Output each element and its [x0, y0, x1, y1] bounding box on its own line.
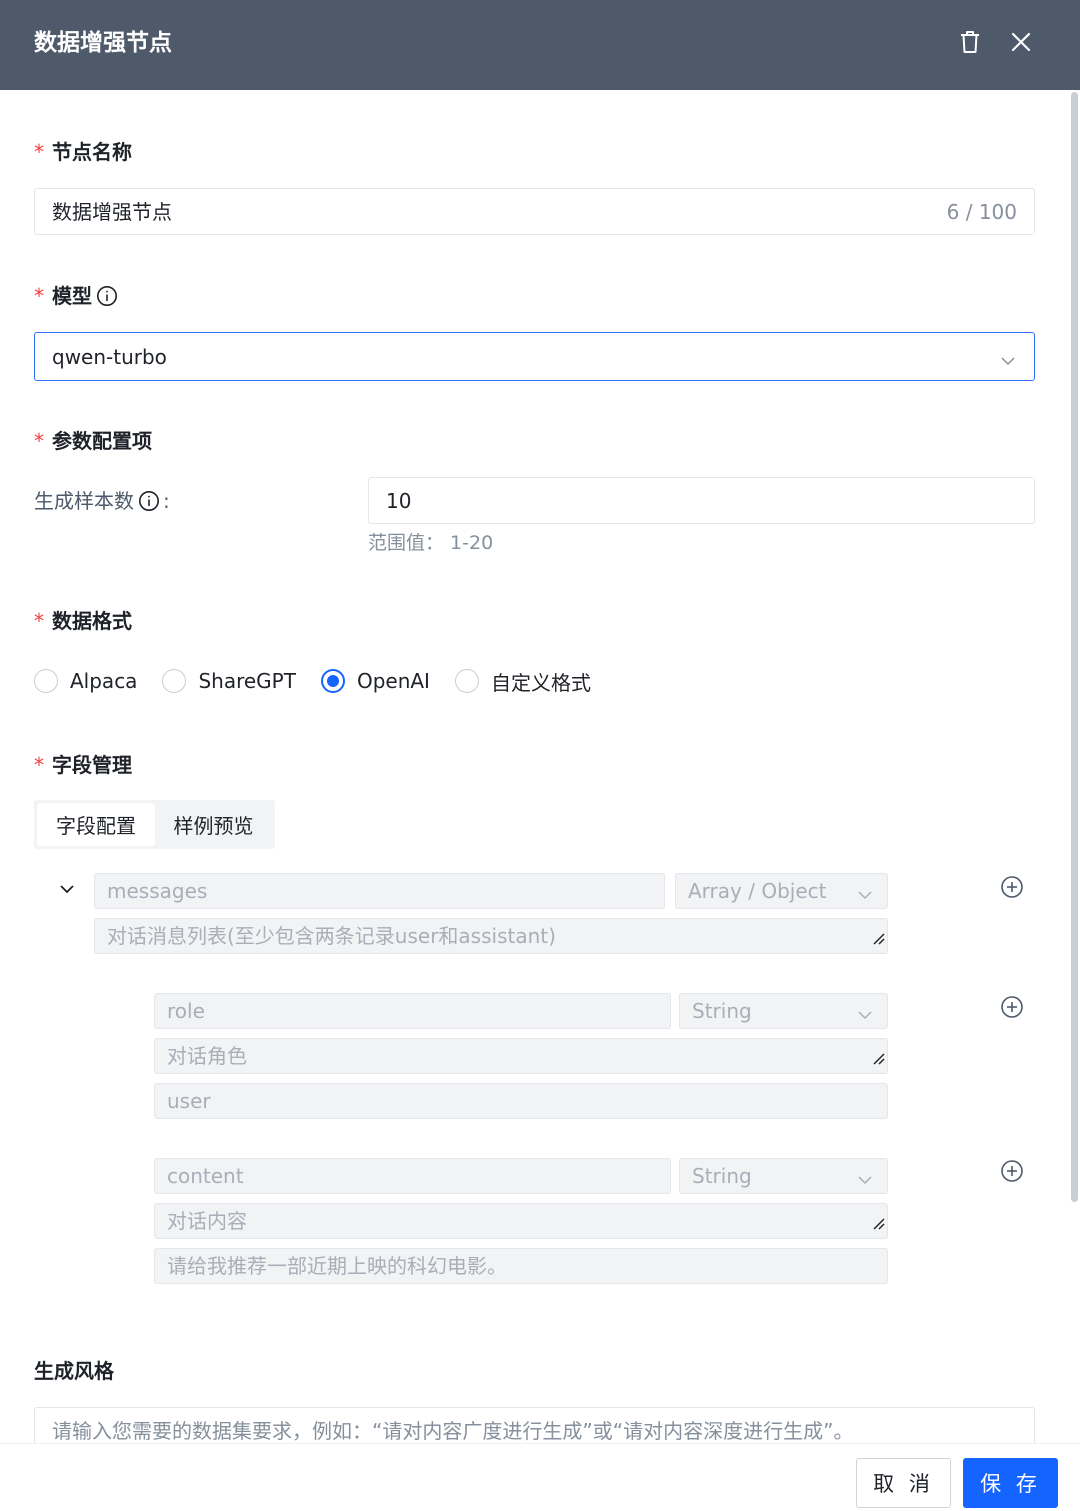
field-description-role[interactable]: 对话角色	[154, 1038, 888, 1074]
field-description-value: 对话内容	[167, 1209, 247, 1233]
field-example-content[interactable]: 请给我推荐一部近期上映的科幻电影。	[154, 1248, 888, 1284]
plus-circle-icon	[1000, 995, 1024, 1023]
radio-circle	[162, 669, 187, 693]
plus-circle-icon	[1000, 1159, 1024, 1187]
chevron-down-icon	[857, 1168, 873, 1194]
radio-label: 自定义格式	[490, 670, 591, 695]
scrollbar[interactable]	[1071, 92, 1078, 1202]
radio-circle	[34, 669, 58, 693]
radio-label: ShareGPT	[198, 669, 296, 693]
sample-count-label: 生成样本数 :	[34, 486, 170, 516]
delete-button[interactable]	[950, 24, 990, 64]
params-label: * 参数配置项	[34, 426, 152, 456]
field-type-value: Array / Object	[688, 879, 827, 903]
field-type-value: String	[692, 1164, 752, 1188]
radio-label: OpenAI	[356, 669, 430, 693]
info-icon[interactable]	[96, 285, 118, 307]
params-label-text: 参数配置项	[52, 429, 152, 453]
close-icon	[1010, 31, 1032, 57]
chevron-down-icon	[857, 883, 873, 909]
data-format-label-text: 数据格式	[52, 609, 132, 633]
add-field-button[interactable]	[999, 996, 1025, 1022]
plus-circle-icon	[1000, 875, 1024, 903]
data-format-label: * 数据格式	[34, 606, 132, 636]
add-field-button[interactable]	[999, 1160, 1025, 1186]
sample-count-input[interactable]: 10	[368, 477, 1035, 524]
required-mark: *	[34, 753, 44, 777]
radio-circle	[454, 669, 479, 693]
required-mark: *	[34, 140, 44, 164]
style-label: 生成风格	[34, 1356, 114, 1386]
model-label: * 模型	[34, 281, 118, 311]
field-type-select-role[interactable]: String	[679, 993, 888, 1029]
field-name-input-role[interactable]: role	[154, 993, 671, 1029]
field-name-input-content[interactable]: content	[154, 1158, 671, 1194]
node-name-label-text: 节点名称	[52, 140, 132, 164]
model-label-text: 模型	[52, 284, 92, 308]
info-icon[interactable]	[138, 490, 160, 512]
collapse-toggle[interactable]	[56, 880, 78, 902]
node-name-input[interactable]: 数据增强节点 6 / 100	[34, 188, 1035, 235]
field-type-select-messages[interactable]: Array / Object	[675, 873, 888, 909]
field-type-value: String	[692, 999, 752, 1023]
dialog-footer: 取 消 保 存	[0, 1443, 1080, 1511]
range-hint: 范围值： 1-20	[368, 532, 494, 554]
field-tabs: 字段配置 样例预览	[34, 800, 275, 849]
char-counter: 6 / 100	[946, 199, 1017, 224]
chevron-down-icon	[857, 1003, 873, 1029]
resize-handle-icon[interactable]	[871, 925, 885, 951]
sample-count-value: 10	[386, 488, 412, 513]
close-button[interactable]	[1001, 24, 1041, 64]
field-example-value: 请给我推荐一部近期上映的科幻电影。	[167, 1254, 507, 1278]
chevron-down-icon	[1000, 349, 1016, 375]
radio-custom[interactable]: 自定义格式	[454, 667, 591, 696]
required-mark: *	[34, 284, 44, 308]
model-value: qwen-turbo	[52, 344, 167, 369]
cancel-button[interactable]: 取 消	[856, 1458, 951, 1508]
style-label-text: 生成风格	[34, 1359, 114, 1383]
field-description-content[interactable]: 对话内容	[154, 1203, 888, 1239]
radio-label: Alpaca	[70, 669, 138, 693]
field-management-label-text: 字段管理	[52, 753, 132, 777]
required-mark: *	[34, 609, 44, 633]
field-description-value: 对话角色	[167, 1044, 247, 1068]
radio-openai[interactable]: OpenAI	[320, 669, 430, 693]
dialog-header: 数据增强节点	[0, 0, 1080, 90]
radio-circle-checked	[320, 669, 345, 693]
chevron-down-icon	[59, 881, 75, 901]
tab-sample-preview[interactable]: 样例预览	[155, 803, 272, 846]
field-example-value: user	[167, 1089, 211, 1113]
data-format-radio-group: Alpaca ShareGPT OpenAI 自定义格式	[34, 664, 616, 698]
style-placeholder: 请输入您需要的数据集要求，例如：“请对内容广度进行生成”或“请对内容深度进行生成…	[52, 1419, 854, 1443]
sample-count-label-text: 生成样本数	[34, 489, 134, 513]
field-management-label: * 字段管理	[34, 750, 132, 780]
trash-icon	[959, 30, 981, 58]
field-description-value: 对话消息列表(至少包含两条记录user和assistant)	[107, 924, 556, 948]
field-description-messages[interactable]: 对话消息列表(至少包含两条记录user和assistant)	[94, 918, 888, 954]
field-name-value: messages	[107, 879, 208, 903]
node-name-value: 数据增强节点	[52, 199, 172, 224]
field-type-select-content[interactable]: String	[679, 1158, 888, 1194]
resize-handle-icon[interactable]	[871, 1045, 885, 1071]
colon: :	[163, 489, 170, 513]
field-name-value: role	[167, 999, 205, 1023]
model-select[interactable]: qwen-turbo	[34, 332, 1035, 381]
radio-sharegpt[interactable]: ShareGPT	[162, 669, 296, 693]
radio-alpaca[interactable]: Alpaca	[34, 669, 137, 693]
node-name-label: * 节点名称	[34, 137, 132, 167]
save-button[interactable]: 保 存	[963, 1458, 1058, 1508]
resize-handle-icon[interactable]	[871, 1210, 885, 1236]
dialog-title: 数据增强节点	[34, 30, 172, 56]
field-name-value: content	[167, 1164, 244, 1188]
field-name-input-messages[interactable]: messages	[94, 873, 665, 909]
required-mark: *	[34, 429, 44, 453]
tab-field-config[interactable]: 字段配置	[37, 803, 155, 846]
field-example-role[interactable]: user	[154, 1083, 888, 1119]
add-field-button[interactable]	[999, 876, 1025, 902]
